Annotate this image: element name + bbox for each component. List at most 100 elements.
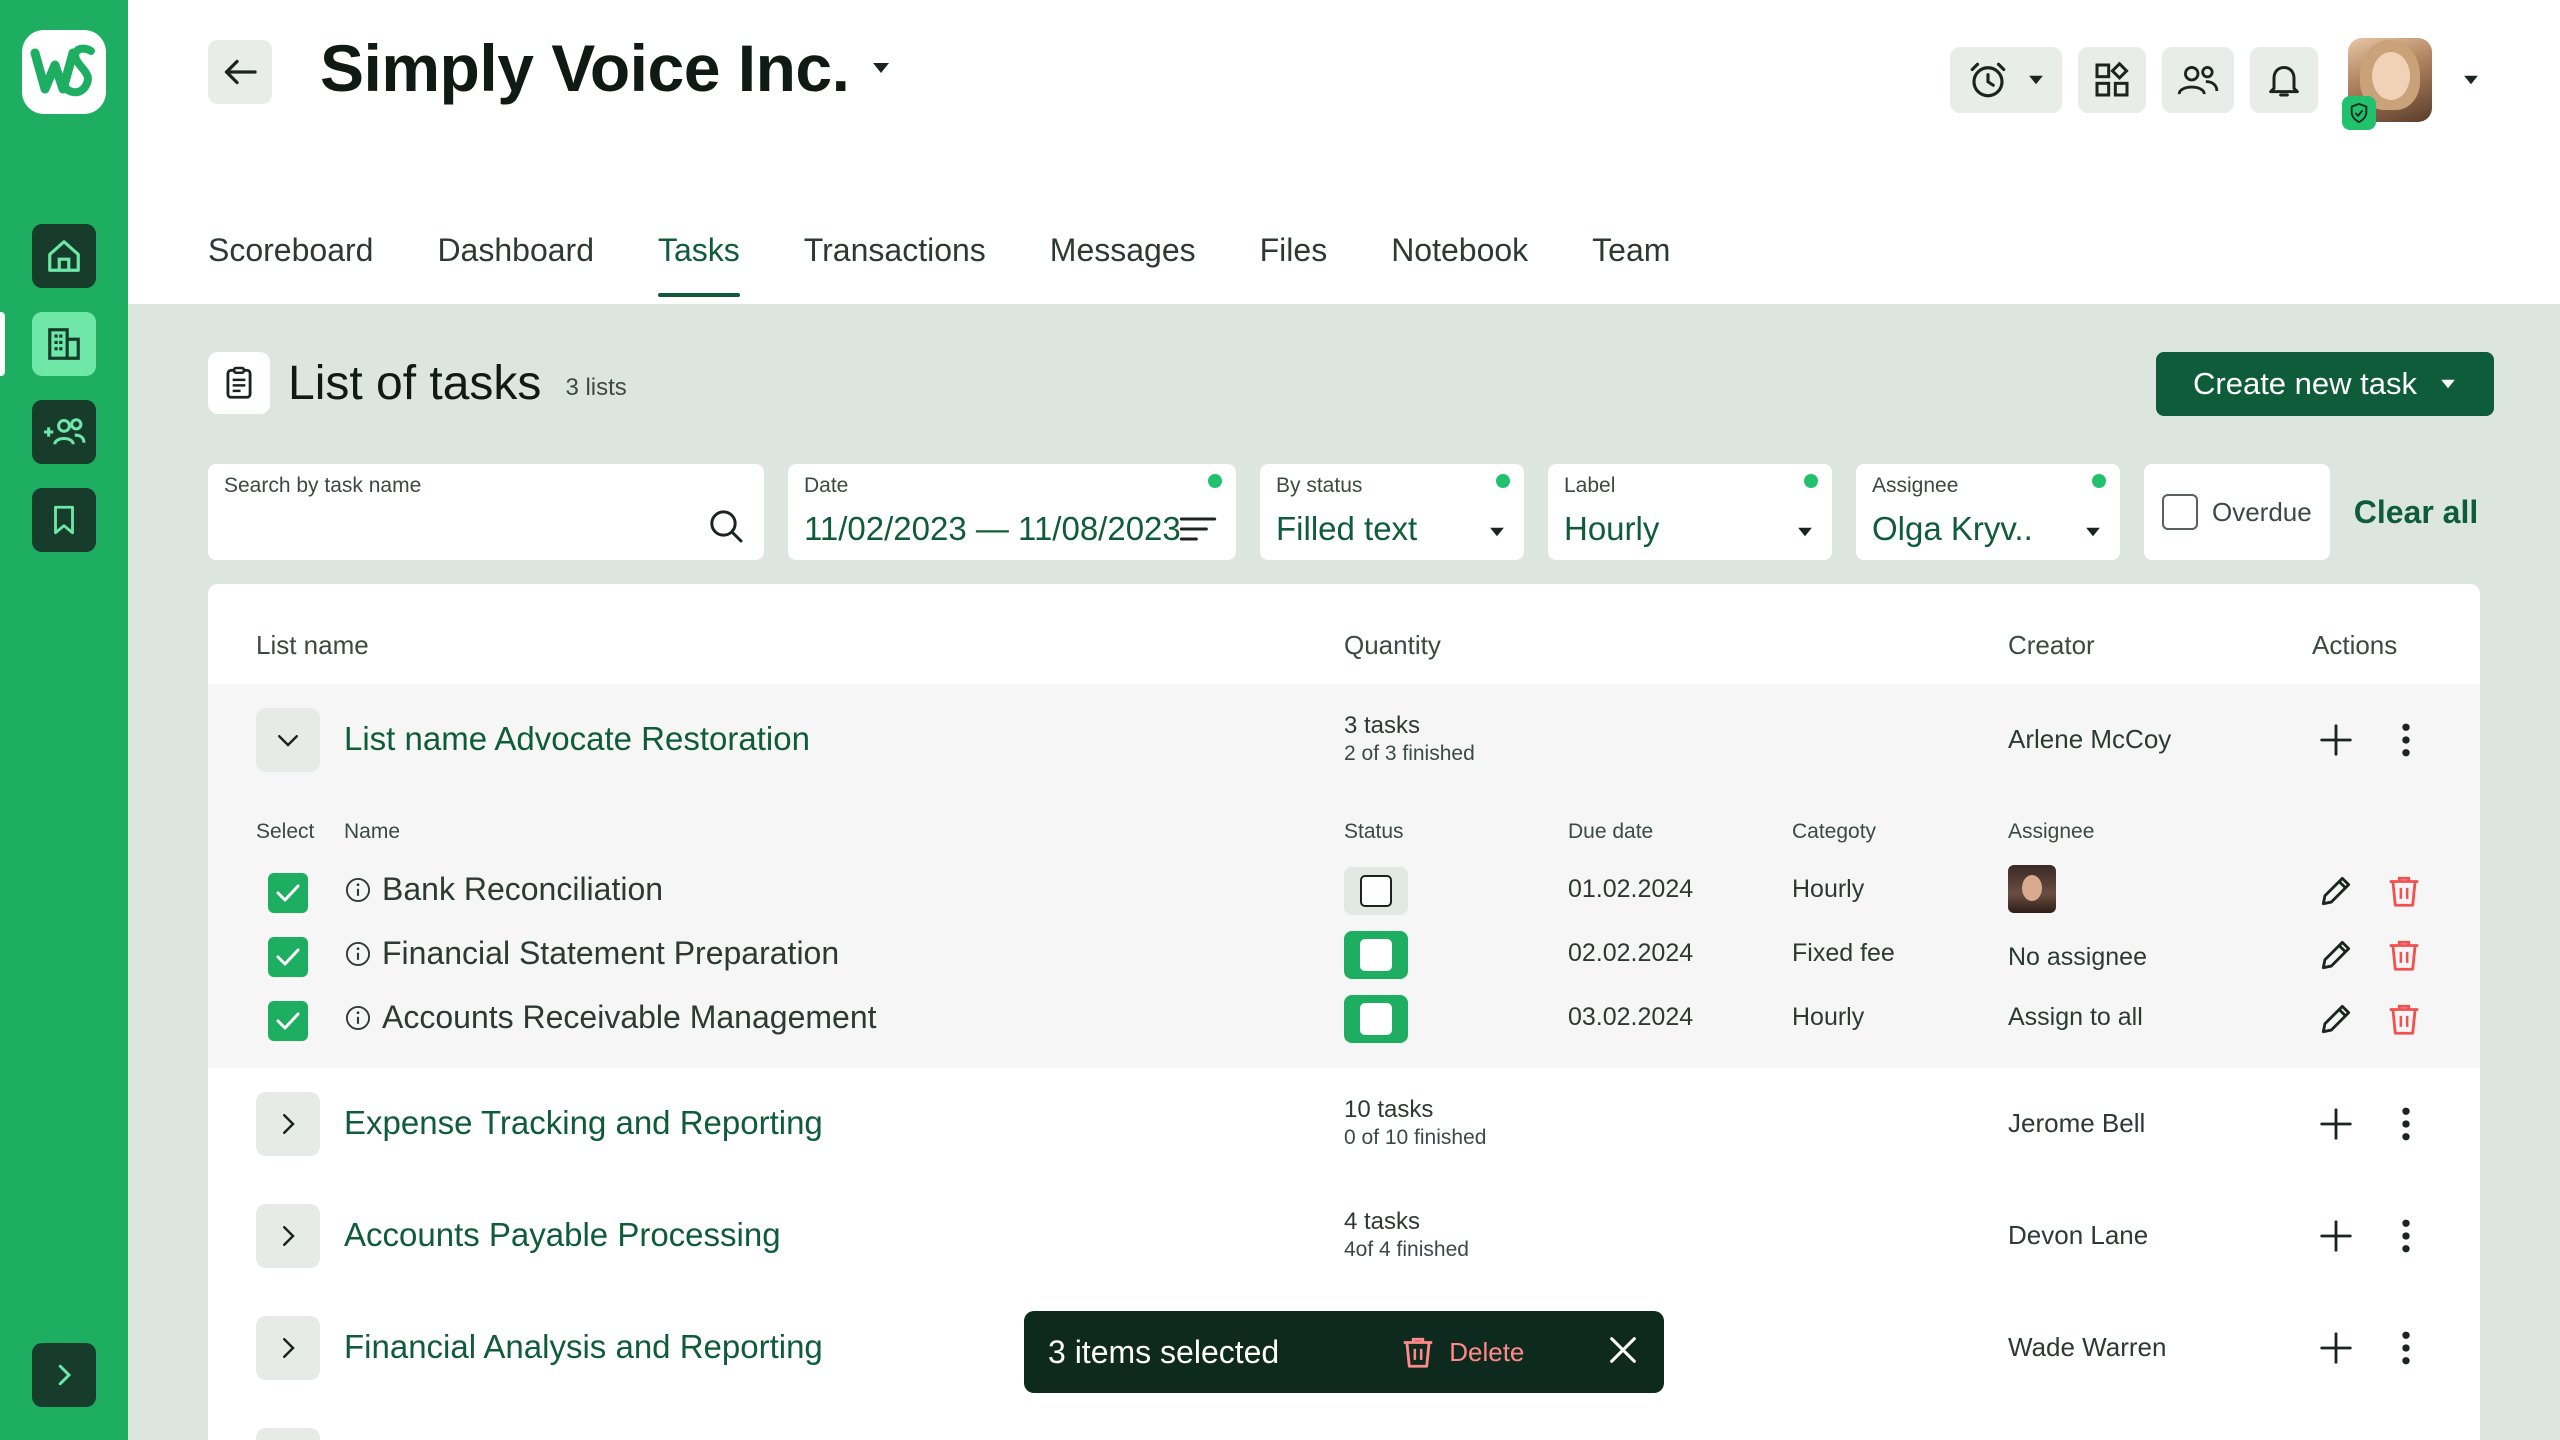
list-name[interactable]: Accounts Payable Processing <box>344 1216 781 1254</box>
more-options-button[interactable] <box>2386 712 2426 768</box>
building-icon <box>48 328 80 360</box>
select-checkbox[interactable] <box>268 1001 308 1041</box>
info-icon[interactable] <box>344 1004 372 1032</box>
edit-button[interactable] <box>2308 991 2364 1047</box>
assignee-filter[interactable]: Assignee Olga Kryv.. <box>1856 464 2120 560</box>
overdue-label: Overdue <box>2212 496 2312 527</box>
add-task-button[interactable] <box>2308 1320 2364 1376</box>
task-name[interactable]: Financial Statement Preparation <box>344 935 839 972</box>
overdue-checkbox[interactable] <box>2162 494 2198 530</box>
tab-transactions[interactable]: Transactions <box>804 232 986 297</box>
label-value: Hourly <box>1564 510 1660 547</box>
team-icon <box>2177 66 2219 95</box>
task-name-label: Accounts Receivable Management <box>382 999 877 1035</box>
header-quantity: Quantity <box>1344 630 1441 660</box>
task-name-label: Bank Reconciliation <box>382 871 664 907</box>
apps-grid-icon <box>2095 61 2129 97</box>
search-input[interactable]: Search by task name <box>208 464 764 560</box>
status-filter[interactable]: By status Filled text <box>1260 464 1524 560</box>
header-creator: Creator <box>2008 630 2095 660</box>
list-name[interactable]: List name Advocate Restoration <box>344 720 810 758</box>
assignee-avatar[interactable] <box>2008 865 2056 913</box>
info-icon[interactable] <box>344 876 372 904</box>
task-name[interactable]: Accounts Receivable Management <box>344 999 877 1036</box>
overdue-filter[interactable]: Overdue <box>2144 464 2330 560</box>
home-icon <box>48 240 80 272</box>
assignee-text[interactable]: Assign to all <box>2008 1003 2143 1032</box>
back-button[interactable] <box>208 40 272 104</box>
chevron-right-icon <box>283 1114 295 1134</box>
tab-dashboard[interactable]: Dashboard <box>437 232 594 297</box>
add-task-button[interactable] <box>2308 1096 2364 1152</box>
add-task-button[interactable] <box>2308 712 2364 768</box>
tab-team[interactable]: Team <box>1592 232 1670 297</box>
list-creator: Wade Warren <box>2008 1332 2167 1362</box>
sidebar-item-home[interactable] <box>32 224 96 288</box>
active-dot <box>1496 474 1510 488</box>
more-options-button[interactable] <box>2386 1096 2426 1152</box>
assignee-text[interactable]: No assignee <box>2008 943 2147 972</box>
selection-toast: 3 items selected Delete <box>1024 1311 1664 1393</box>
tab-tasks[interactable]: Tasks <box>657 232 740 297</box>
search-icon <box>710 510 743 543</box>
select-checkbox[interactable] <box>268 937 308 977</box>
subheader-category: Categoty <box>1792 820 1877 843</box>
notifications-button[interactable] <box>2250 47 2318 113</box>
tab-notebook[interactable]: Notebook <box>1391 232 1528 297</box>
sidebar-item-add-team[interactable] <box>32 400 96 464</box>
expand-button[interactable] <box>256 1428 320 1440</box>
finished-count: 2 of 3 finished <box>1344 742 1475 765</box>
tab-files[interactable]: Files <box>1260 232 1328 297</box>
collapse-button[interactable] <box>256 708 320 772</box>
clipboard-badge <box>208 352 270 414</box>
due-date: 01.02.2024 <box>1568 875 1694 903</box>
clear-all-button[interactable]: Clear all <box>2354 494 2479 531</box>
list-name[interactable]: Financial Analysis and Reporting <box>344 1328 823 1366</box>
task-name[interactable]: Bank Reconciliation <box>344 871 663 908</box>
timer-dropdown-button[interactable] <box>1950 47 2062 113</box>
category: Hourly <box>1792 1003 1865 1031</box>
expand-button[interactable] <box>256 1204 320 1268</box>
list-quantity: 4 tasks 4of 4 finished <box>1344 1208 1469 1264</box>
create-task-button[interactable]: Create new task <box>2156 352 2494 416</box>
tab-scoreboard[interactable]: Scoreboard <box>208 232 373 297</box>
select-checkbox[interactable] <box>268 873 308 913</box>
date-filter[interactable]: Date 11/02/2023 — 11/08/2023 <box>788 464 1236 560</box>
delete-button[interactable] <box>2376 863 2432 919</box>
status-toggle[interactable] <box>1344 931 1408 979</box>
sidebar-expand-button[interactable] <box>32 1343 96 1407</box>
list-name[interactable]: Expense Tracking and Reporting <box>344 1104 823 1142</box>
delete-button[interactable] <box>2376 991 2432 1047</box>
subheader-name: Name <box>344 820 401 843</box>
status-toggle[interactable] <box>1344 867 1408 915</box>
more-vertical-icon <box>2402 1331 2410 1365</box>
expand-button[interactable] <box>256 1316 320 1380</box>
user-avatar-button[interactable] <box>2342 38 2432 130</box>
tab-messages[interactable]: Messages <box>1050 232 1196 297</box>
edit-button[interactable] <box>2308 927 2364 983</box>
tab-bar: Scoreboard Dashboard Tasks Transactions … <box>208 232 1670 297</box>
company-selector[interactable]: Simply Voice Inc. <box>320 30 891 106</box>
plus-icon <box>2320 1220 2352 1252</box>
shield-check-icon <box>2350 102 2368 124</box>
info-icon[interactable] <box>344 940 372 968</box>
label-filter[interactable]: Label Hourly <box>1548 464 1832 560</box>
team-button[interactable] <box>2162 47 2234 113</box>
apps-button[interactable] <box>2078 47 2146 113</box>
edit-button[interactable] <box>2308 863 2364 919</box>
sidebar-item-company[interactable] <box>32 312 96 376</box>
close-toast-button[interactable] <box>1606 1333 1640 1372</box>
plus-icon <box>2320 1332 2352 1364</box>
delete-button[interactable] <box>2376 927 2432 983</box>
add-task-button[interactable] <box>2308 1208 2364 1264</box>
expand-button[interactable] <box>256 1092 320 1156</box>
list-creator: Devon Lane <box>2008 1220 2149 1250</box>
status-label: By status <box>1276 474 1363 497</box>
more-options-button[interactable] <box>2386 1208 2426 1264</box>
caret-down-icon[interactable] <box>2462 74 2480 86</box>
more-options-button[interactable] <box>2386 1320 2426 1376</box>
sidebar-item-bookmarks[interactable] <box>32 488 96 552</box>
app-logo[interactable] <box>22 30 106 114</box>
bulk-delete-button[interactable]: Delete <box>1399 1333 1524 1371</box>
status-toggle[interactable] <box>1344 995 1408 1043</box>
